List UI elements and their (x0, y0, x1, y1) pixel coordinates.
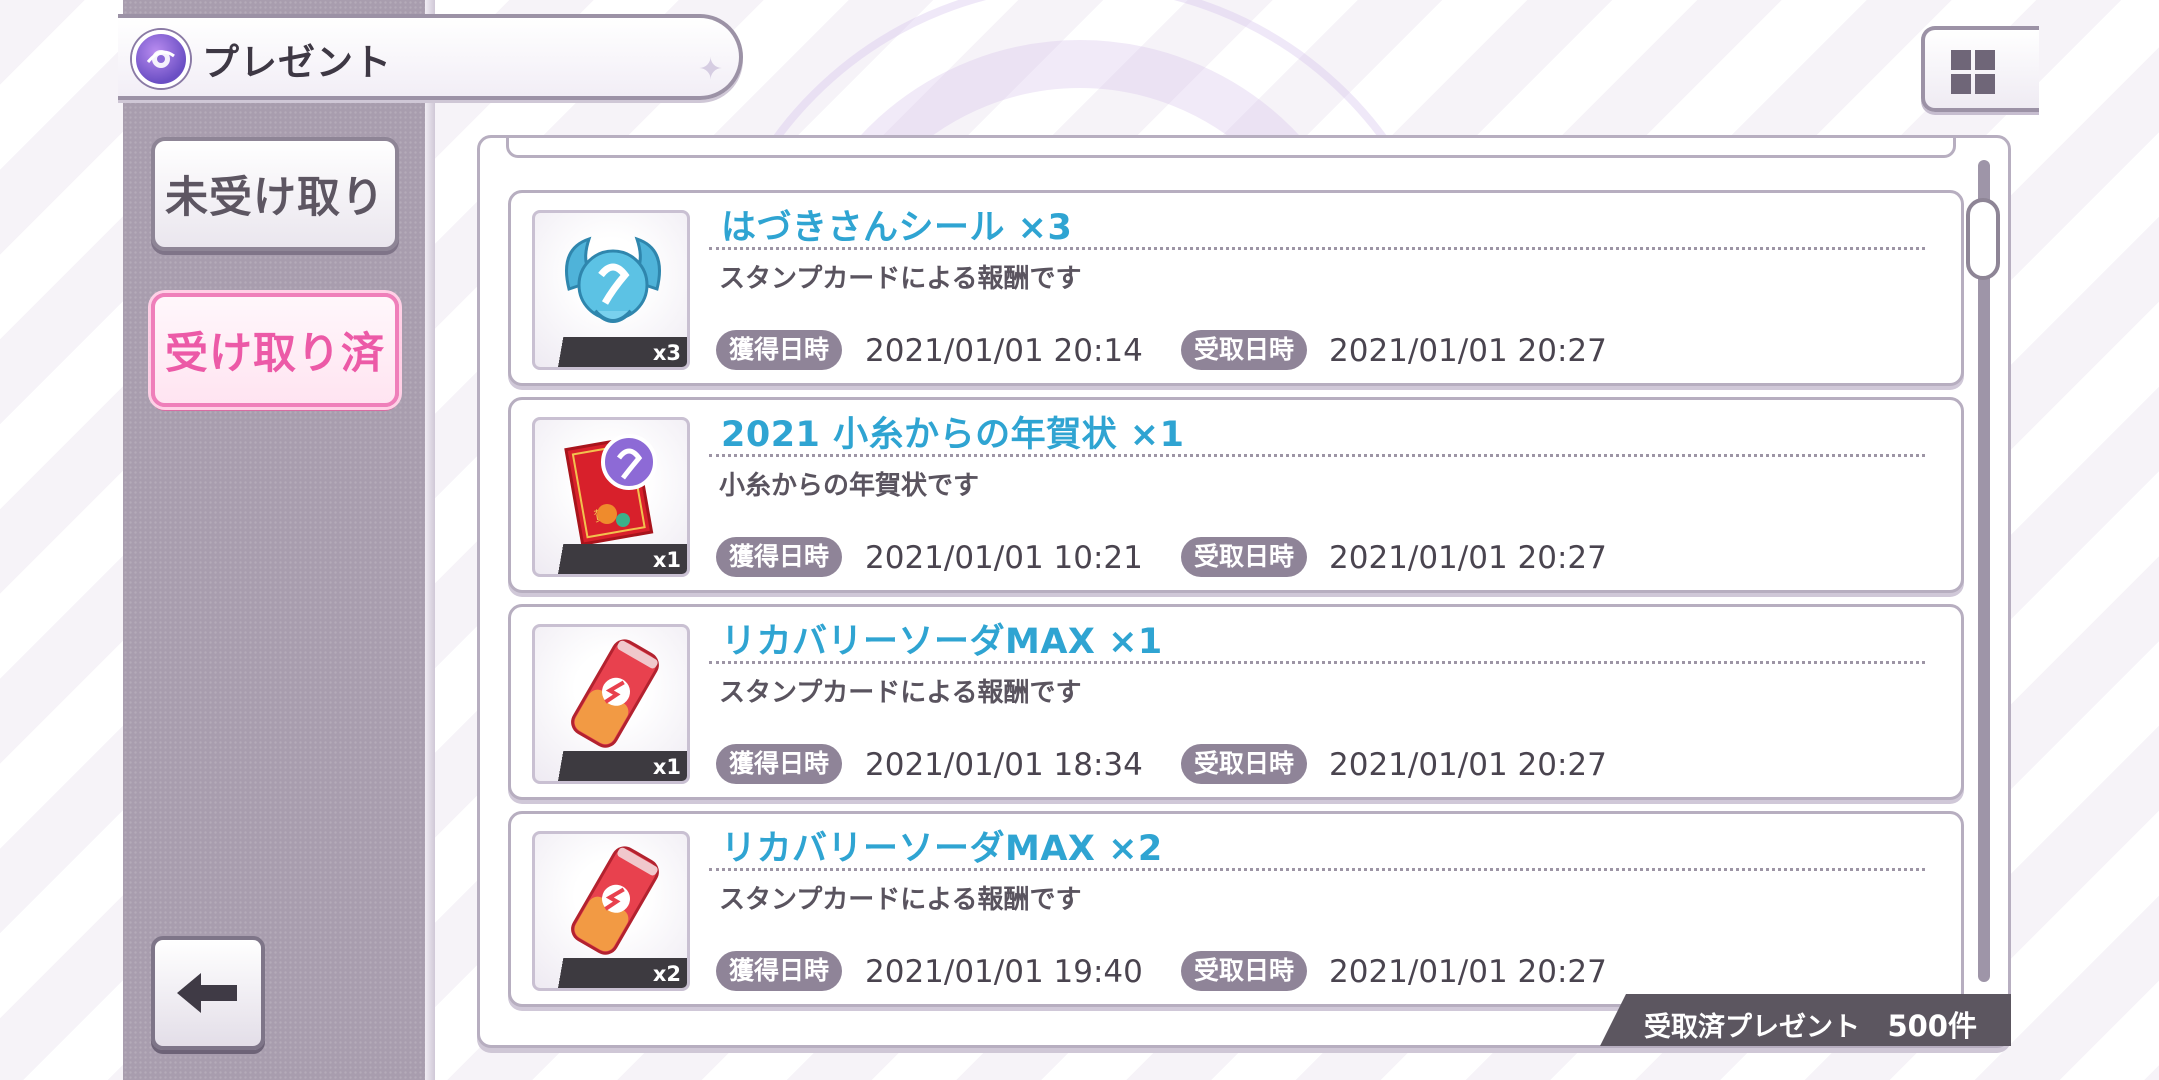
item-quantity: x1 (652, 548, 681, 572)
divider (709, 868, 1925, 871)
received-date: 2021/01/01 20:27 (1329, 954, 1607, 990)
sparkle-icon: ✦ (698, 52, 724, 87)
acquired-date: 2021/01/01 18:34 (865, 747, 1143, 783)
received-label: 受取日時 (1181, 744, 1308, 784)
tab-received[interactable]: 受け取り済 (151, 293, 399, 407)
page-title: プレゼント (202, 41, 392, 84)
grid-view-button[interactable] (1921, 26, 2039, 112)
received-date: 2021/01/01 20:27 (1329, 333, 1607, 369)
sidebar-divider (425, 0, 435, 1080)
list-item[interactable]: x1 リカバリーソーダMAX ×1 スタンプカードによる報酬です 獲得日時 20… (508, 604, 1964, 800)
acquired-label: 獲得日時 (716, 744, 843, 784)
present-icon (132, 30, 190, 88)
soda-can-icon (571, 846, 659, 955)
list-item[interactable]: 賀 x1 2021 小糸からの年賀状 ×1 小糸からの年賀状です 獲得日時 20… (508, 397, 1964, 593)
divider (709, 661, 1925, 664)
divider (709, 247, 1925, 250)
received-count-value: 500件 (1887, 1009, 1977, 1043)
acquired-label: 獲得日時 (716, 537, 843, 577)
new-year-card-icon: 賀 (564, 434, 657, 546)
item-title: 2021 小糸からの年賀状 ×1 (721, 415, 1185, 455)
item-quantity: x3 (652, 341, 681, 365)
item-description: 小糸からの年賀状です (719, 471, 980, 501)
item-title: はづきさんシール ×3 (721, 208, 1073, 248)
acquired-label: 獲得日時 (716, 330, 843, 370)
item-description: スタンプカードによる報酬です (719, 264, 1082, 294)
grid-icon (1951, 50, 1995, 94)
previous-item-edge (506, 138, 1956, 158)
received-label: 受取日時 (1181, 537, 1308, 577)
item-quantity: x2 (652, 962, 681, 986)
item-thumbnail: 賀 x1 (532, 417, 690, 577)
item-quantity: x1 (652, 755, 681, 779)
item-title: リカバリーソーダMAX ×1 (721, 622, 1163, 662)
back-button[interactable] (151, 936, 265, 1050)
list-item[interactable]: x2 リカバリーソーダMAX ×2 スタンプカードによる報酬です 獲得日時 20… (508, 811, 1964, 1007)
received-label: 受取日時 (1181, 951, 1308, 991)
tab-unreceived[interactable]: 未受け取り (151, 137, 399, 251)
received-count-badge: 受取済プレゼント 500件 (1600, 994, 2011, 1046)
received-date: 2021/01/01 20:27 (1329, 540, 1607, 576)
received-label: 受取日時 (1181, 330, 1308, 370)
scrollbar-track[interactable] (1978, 160, 1990, 982)
divider (709, 454, 1925, 457)
scrollbar-thumb[interactable] (1966, 198, 2000, 280)
received-date: 2021/01/01 20:27 (1329, 747, 1607, 783)
received-count-label: 受取済プレゼント (1644, 1012, 1860, 1043)
swan-sticker-icon (565, 236, 661, 323)
list-item[interactable]: x3 はづきさんシール ×3 スタンプカードによる報酬です 獲得日時 2021/… (508, 190, 1964, 386)
present-list-panel[interactable]: x3 はづきさんシール ×3 スタンプカードによる報酬です 獲得日時 2021/… (477, 135, 2011, 1048)
soda-can-icon (571, 639, 659, 748)
acquired-label: 獲得日時 (716, 951, 843, 991)
item-description: スタンプカードによる報酬です (719, 885, 1082, 915)
item-thumbnail: x1 (532, 624, 690, 784)
item-thumbnail: x3 (532, 210, 690, 370)
item-thumbnail: x2 (532, 831, 690, 991)
left-arrow-icon (177, 973, 237, 1013)
item-title: リカバリーソーダMAX ×2 (721, 829, 1163, 869)
acquired-date: 2021/01/01 10:21 (865, 540, 1143, 576)
acquired-date: 2021/01/01 19:40 (865, 954, 1143, 990)
item-description: スタンプカードによる報酬です (719, 678, 1082, 708)
acquired-date: 2021/01/01 20:14 (865, 333, 1143, 369)
